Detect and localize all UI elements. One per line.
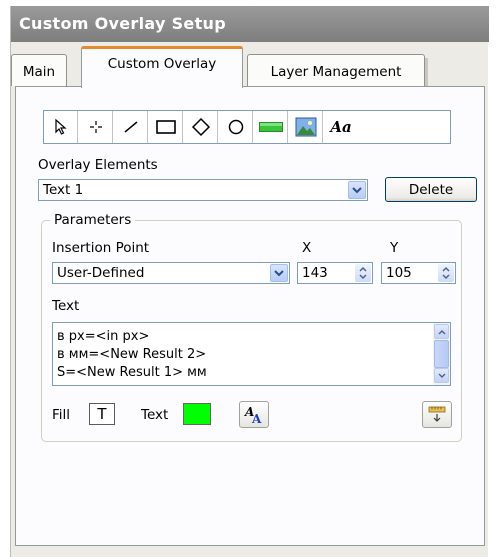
- x-label: X: [302, 240, 312, 256]
- text-line: в мм=<New Result 2>: [57, 347, 207, 362]
- chevron-down-icon[interactable]: [270, 264, 288, 282]
- tab-main[interactable]: Main: [11, 54, 67, 86]
- x-spinner[interactable]: 143: [297, 262, 373, 284]
- tab-custom-overlay[interactable]: Custom Overlay: [81, 46, 243, 88]
- text-scrollbar[interactable]: [433, 323, 450, 385]
- insertion-point-value: User-Defined: [57, 265, 145, 281]
- diamond-icon[interactable]: [184, 111, 218, 143]
- text-color-label: Text: [141, 407, 169, 423]
- overlay-elements-label: Overlay Elements: [38, 157, 158, 173]
- tab-label: Main: [22, 64, 56, 80]
- tab-label: Layer Management: [270, 64, 402, 80]
- delete-button[interactable]: Delete: [385, 177, 477, 202]
- rectangle-icon[interactable]: [149, 111, 183, 143]
- font-button[interactable]: A A: [239, 401, 269, 428]
- chevron-down-icon[interactable]: [348, 181, 366, 199]
- text-label: Text: [52, 298, 80, 314]
- select-arrow-icon[interactable]: [44, 111, 78, 143]
- overlay-toolbar: Aa: [43, 110, 451, 144]
- custom-overlay-panel: Aa Overlay Elements Text 1 Delete Parame…: [15, 86, 485, 546]
- color-bar-icon[interactable]: [254, 111, 288, 143]
- insertion-point-label: Insertion Point: [52, 240, 150, 256]
- window-title: Custom Overlay Setup: [11, 6, 489, 42]
- y-value: 105: [386, 265, 412, 281]
- text-line: S=<New Result 1> мм: [57, 365, 207, 380]
- ellipse-icon[interactable]: [219, 111, 253, 143]
- svg-text:A: A: [251, 412, 262, 425]
- crosshair-icon[interactable]: [79, 111, 113, 143]
- text-line-cut: · ·: [57, 323, 69, 329]
- spin-arrows-icon[interactable]: [355, 264, 371, 282]
- y-label: Y: [390, 240, 399, 256]
- tab-label: Custom Overlay: [107, 56, 217, 72]
- ruler-icon: [428, 406, 446, 422]
- text-tool-icon[interactable]: Aa: [324, 111, 358, 143]
- y-spinner[interactable]: 105: [381, 262, 456, 284]
- text-line: в px=<in px>: [57, 329, 150, 344]
- line-icon[interactable]: [114, 111, 148, 143]
- scroll-up-icon[interactable]: [434, 324, 449, 339]
- insertion-point-dropdown[interactable]: User-Defined: [52, 262, 290, 284]
- overlay-elements-value: Text 1: [43, 182, 84, 198]
- image-icon[interactable]: [289, 111, 323, 143]
- font-icon: A A: [244, 405, 262, 425]
- measure-options-button[interactable]: [422, 401, 452, 428]
- tab-layer-management[interactable]: Layer Management: [247, 54, 428, 86]
- overlay-text-area[interactable]: · · в px=<in px> в мм=<New Result 2> S=<…: [52, 322, 451, 386]
- overlay-setup-window: Custom Overlay Setup Main Custom Overlay…: [10, 6, 489, 557]
- fill-swatch[interactable]: T: [89, 403, 115, 425]
- parameters-group: Parameters Insertion Point X Y User-Defi…: [41, 212, 462, 442]
- spin-arrows-icon[interactable]: [438, 264, 454, 282]
- parameters-title: Parameters: [50, 212, 136, 228]
- text-color-swatch[interactable]: [183, 403, 211, 425]
- fill-glyph: T: [97, 405, 107, 423]
- x-value: 143: [302, 265, 328, 281]
- overlay-elements-dropdown[interactable]: Text 1: [38, 179, 368, 201]
- text-tool-glyph: Aa: [330, 118, 352, 136]
- fill-label: Fill: [52, 407, 71, 423]
- scroll-down-icon[interactable]: [434, 368, 449, 383]
- scroll-thumb[interactable]: [434, 340, 449, 368]
- tab-strip: Main Custom Overlay Layer Management: [11, 44, 489, 88]
